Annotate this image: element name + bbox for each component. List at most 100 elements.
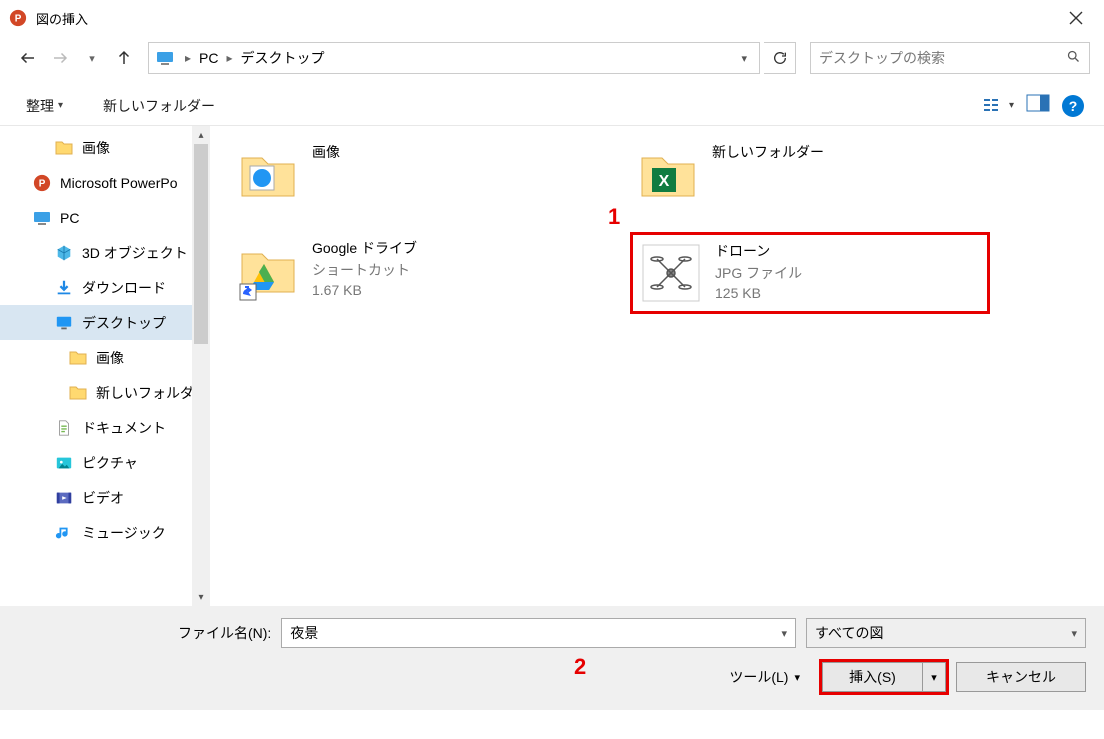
tree-item-label: 3D オブジェクト bbox=[82, 243, 188, 263]
folder-icon bbox=[68, 383, 88, 403]
tree-item[interactable]: 画像 bbox=[0, 130, 210, 165]
filename-input[interactable]: 夜景 ▾ bbox=[281, 618, 796, 648]
scroll-thumb[interactable] bbox=[194, 144, 208, 344]
address-dropdown[interactable]: ▾ bbox=[735, 52, 753, 65]
3d-icon bbox=[54, 243, 74, 263]
file-type-label: JPG ファイル bbox=[715, 263, 802, 283]
download-icon bbox=[54, 278, 74, 298]
svg-text:P: P bbox=[39, 178, 46, 189]
dialog-title: 図の挿入 bbox=[36, 9, 88, 28]
nav-tree: 画像 P Microsoft PowerPo PC 3D オブジェクトダウンロードデスク… bbox=[0, 126, 210, 606]
tools-button[interactable]: ツール(L) ▾ bbox=[729, 667, 800, 687]
bottom-bar: ファイル名(N): 夜景 ▾ すべての図 ▾ 2 ツール(L) ▾ 挿入(S) … bbox=[0, 606, 1104, 710]
file-thumbnail bbox=[236, 238, 300, 302]
pictures-icon bbox=[54, 453, 74, 473]
cancel-button[interactable]: キャンセル bbox=[956, 662, 1086, 692]
up-button[interactable] bbox=[110, 44, 138, 72]
forward-button[interactable] bbox=[46, 44, 74, 72]
file-name: 新しいフォルダー bbox=[712, 142, 824, 162]
file-size-label: 125 KB bbox=[715, 285, 802, 301]
file-item[interactable]: 画像 bbox=[230, 136, 590, 212]
close-button[interactable] bbox=[1056, 2, 1096, 34]
tree-item[interactable]: 新しいフォルダー bbox=[0, 375, 210, 410]
view-options-button[interactable]: ▾ bbox=[983, 97, 1014, 115]
insert-dropdown[interactable]: ▾ bbox=[923, 663, 945, 691]
titlebar: P 図の挿入 bbox=[0, 0, 1104, 36]
annotation-1: 1 bbox=[608, 204, 620, 230]
main-area: 画像 P Microsoft PowerPo PC 3D オブジェクトダウンロードデスク… bbox=[0, 126, 1104, 606]
nav-row: ▾ ▸ PC ▸ デスクトップ ▾ デスクトップの検索 bbox=[0, 36, 1104, 80]
insert-button[interactable]: 挿入(S) ▾ bbox=[822, 662, 946, 692]
preview-pane-button[interactable] bbox=[1026, 94, 1050, 117]
scroll-down-icon[interactable]: ▾ bbox=[192, 588, 210, 606]
tree-item[interactable]: ピクチャ bbox=[0, 445, 210, 480]
scrollbar[interactable]: ▴ ▾ bbox=[192, 126, 210, 606]
file-list[interactable]: 1 画像 X 新しいフォルダー Google ドライブショートカット 1.67 KB ドロ… bbox=[210, 126, 1104, 606]
file-type-label: ショートカット bbox=[312, 260, 417, 280]
pc-icon bbox=[155, 48, 175, 68]
powerpoint-icon: P bbox=[32, 173, 52, 193]
tree-item[interactable]: デスクトップ bbox=[0, 305, 210, 340]
powerpoint-icon: P bbox=[8, 8, 28, 28]
breadcrumb-pc[interactable]: PC bbox=[195, 50, 222, 66]
desktop-icon bbox=[54, 313, 74, 333]
file-size-label: 1.67 KB bbox=[312, 282, 417, 298]
file-name: 画像 bbox=[312, 142, 340, 162]
tree-item[interactable]: 画像 bbox=[0, 340, 210, 375]
tree-item-label: 画像 bbox=[96, 348, 124, 368]
tree-item[interactable]: P Microsoft PowerPo bbox=[0, 165, 210, 200]
tree-item-label: ダウンロード bbox=[82, 278, 166, 298]
file-name: Google ドライブ bbox=[312, 238, 417, 258]
tree-item[interactable]: ミュージック bbox=[0, 515, 210, 550]
search-placeholder: デスクトップの検索 bbox=[819, 48, 945, 68]
tree-item-label: デスクトップ bbox=[82, 313, 166, 333]
tree-item-label: ミュージック bbox=[82, 523, 166, 543]
toolbar: 整理 ▾ 新しいフォルダー ▾ ? bbox=[0, 86, 1104, 126]
svg-text:P: P bbox=[15, 14, 22, 25]
chevron-down-icon: ▾ bbox=[1071, 627, 1077, 640]
chevron-down-icon[interactable]: ▾ bbox=[781, 627, 787, 640]
tree-item[interactable]: ドキュメント bbox=[0, 410, 210, 445]
chevron-down-icon: ▾ bbox=[794, 671, 800, 684]
file-name: ドローン bbox=[715, 241, 802, 261]
tree-item-label: 画像 bbox=[82, 138, 110, 158]
annotation-2: 2 bbox=[574, 654, 586, 680]
tree-item[interactable]: ダウンロード bbox=[0, 270, 210, 305]
back-button[interactable] bbox=[14, 44, 42, 72]
file-thumbnail bbox=[236, 142, 300, 206]
file-thumbnail: X bbox=[636, 142, 700, 206]
refresh-button[interactable] bbox=[764, 42, 796, 74]
chevron-right-icon: ▸ bbox=[222, 51, 236, 65]
pc-icon bbox=[32, 208, 52, 228]
breadcrumb-desktop[interactable]: デスクトップ bbox=[237, 48, 329, 68]
chevron-right-icon: ▸ bbox=[181, 51, 195, 65]
tree-item-label: PC bbox=[60, 210, 79, 226]
file-thumbnail bbox=[639, 241, 703, 305]
scroll-up-icon[interactable]: ▴ bbox=[192, 126, 210, 144]
chevron-down-icon: ▾ bbox=[58, 100, 63, 111]
file-type-filter[interactable]: すべての図 ▾ bbox=[806, 618, 1086, 648]
recent-dropdown[interactable]: ▾ bbox=[78, 44, 106, 72]
music-icon bbox=[54, 523, 74, 543]
folder-icon bbox=[68, 348, 88, 368]
tree-item-label: ビデオ bbox=[82, 488, 124, 508]
organize-button[interactable]: 整理 ▾ bbox=[20, 92, 69, 120]
file-item[interactable]: Google ドライブショートカット 1.67 KB bbox=[230, 232, 590, 314]
documents-icon bbox=[54, 418, 74, 438]
videos-icon bbox=[54, 488, 74, 508]
svg-text:X: X bbox=[659, 173, 670, 190]
file-item[interactable]: ドローンJPG ファイル 125 KB bbox=[630, 232, 990, 314]
search-icon bbox=[1066, 49, 1081, 67]
file-item[interactable]: X 新しいフォルダー bbox=[630, 136, 990, 212]
search-input[interactable]: デスクトップの検索 bbox=[810, 42, 1090, 74]
tree-item-label: Microsoft PowerPo bbox=[60, 175, 177, 191]
tree-item-label: ドキュメント bbox=[82, 418, 166, 438]
tree-item[interactable]: 3D オブジェクト bbox=[0, 235, 210, 270]
filename-label: ファイル名(N): bbox=[178, 623, 271, 643]
chevron-down-icon: ▾ bbox=[1009, 100, 1014, 111]
tree-item[interactable]: ビデオ bbox=[0, 480, 210, 515]
help-button[interactable]: ? bbox=[1062, 95, 1084, 117]
tree-item[interactable]: PC bbox=[0, 200, 210, 235]
address-bar[interactable]: ▸ PC ▸ デスクトップ ▾ bbox=[148, 42, 760, 74]
new-folder-button[interactable]: 新しいフォルダー bbox=[97, 92, 221, 120]
